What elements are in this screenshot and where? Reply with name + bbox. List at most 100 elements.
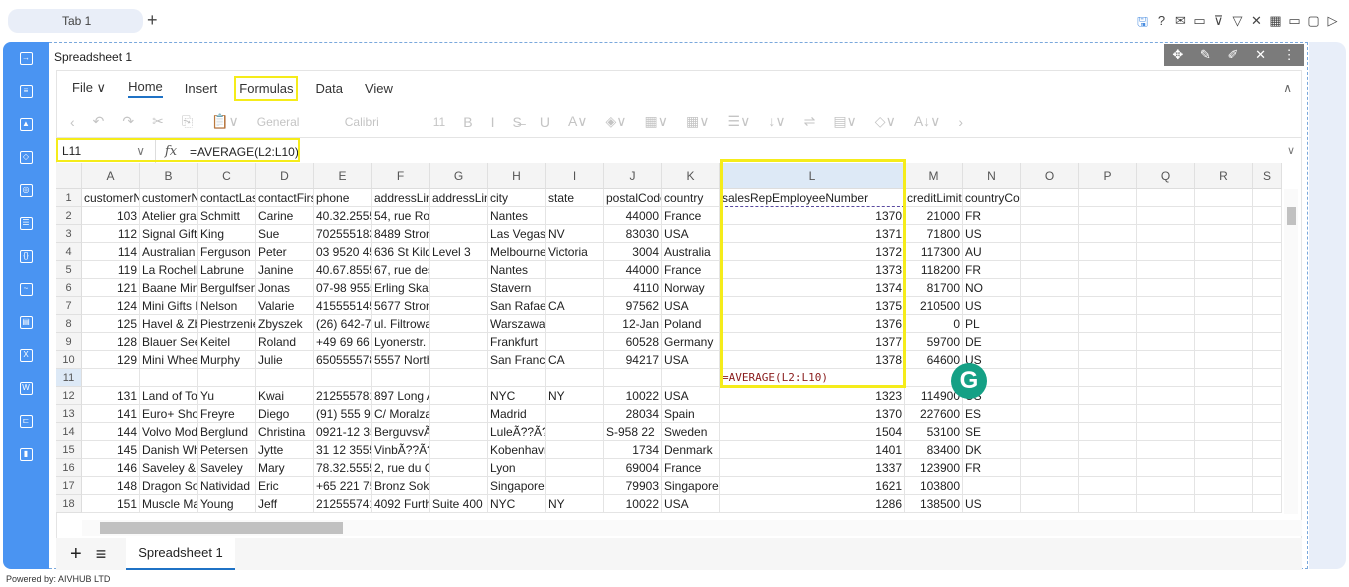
cell[interactable]: 1337 [720, 459, 905, 477]
cell[interactable] [546, 441, 604, 459]
cell[interactable]: 60528 [604, 333, 662, 351]
cell[interactable] [430, 279, 488, 297]
cell[interactable]: FR [963, 459, 1021, 477]
column-header[interactable]: P [1079, 163, 1137, 189]
cell[interactable]: NYC [488, 495, 546, 513]
cell[interactable]: FR [963, 207, 1021, 225]
cell[interactable]: contactFirstName [256, 189, 314, 207]
cell[interactable] [1079, 387, 1137, 405]
row-header[interactable]: 17 [56, 477, 82, 495]
cell[interactable] [1195, 387, 1253, 405]
cell[interactable] [1079, 351, 1137, 369]
row-header[interactable]: 5 [56, 261, 82, 279]
cell[interactable] [430, 441, 488, 459]
cell[interactable]: Sweden [662, 423, 720, 441]
cell[interactable]: 121 [82, 279, 140, 297]
cell[interactable]: customerNumber [82, 189, 140, 207]
login-button[interactable]: → [3, 42, 49, 75]
cell[interactable]: 31 12 3555 [314, 441, 372, 459]
cell[interactable]: Lyonerstr. 34 [372, 333, 430, 351]
cell[interactable]: 6505555787 [314, 351, 372, 369]
row-header[interactable]: 15 [56, 441, 82, 459]
cell[interactable] [1021, 387, 1079, 405]
cell[interactable]: Danish Wholesale Imports [140, 441, 198, 459]
cell[interactable]: 8489 Strong St. [372, 225, 430, 243]
cell[interactable]: ul. Filtrowa 68 [372, 315, 430, 333]
cell[interactable]: 123900 [905, 459, 963, 477]
mail-icon[interactable]: ✉ [1174, 13, 1187, 35]
cell[interactable]: 1504 [720, 423, 905, 441]
cell[interactable] [1195, 315, 1253, 333]
cell[interactable]: city [488, 189, 546, 207]
tab-data[interactable]: Data [315, 81, 342, 96]
cell[interactable] [82, 369, 140, 387]
next-icon[interactable]: › [958, 114, 963, 130]
cell[interactable]: La Rochelle Gifts [140, 261, 198, 279]
cell[interactable]: 67, rue des Cinquante Otages [372, 261, 430, 279]
fill-color-icon[interactable]: ◈∨ [606, 113, 627, 130]
cell[interactable]: USA [662, 225, 720, 243]
cell[interactable]: 1370 [720, 207, 905, 225]
row-header[interactable]: 7 [56, 297, 82, 315]
edit-icon[interactable]: ✐ [1227, 47, 1238, 63]
cell[interactable]: NO [963, 279, 1021, 297]
cell[interactable]: contactLastName [198, 189, 256, 207]
cell[interactable] [1195, 225, 1253, 243]
cell[interactable] [546, 261, 604, 279]
cell[interactable]: Young [198, 495, 256, 513]
cell[interactable]: Madrid [488, 405, 546, 423]
cell[interactable] [963, 477, 1021, 495]
cell[interactable] [1137, 405, 1195, 423]
cell[interactable]: 1734 [604, 441, 662, 459]
cell[interactable]: Natividad [198, 477, 256, 495]
cell[interactable] [1137, 261, 1195, 279]
cell[interactable]: Las Vegas [488, 225, 546, 243]
select-all-corner[interactable] [56, 163, 82, 189]
cell[interactable]: Muscle Machine Inc [140, 495, 198, 513]
cell[interactable]: 2, rue du Commerce [372, 459, 430, 477]
word-button[interactable]: W [3, 372, 49, 405]
cell[interactable]: 128 [82, 333, 140, 351]
cell[interactable] [430, 297, 488, 315]
cell[interactable] [372, 369, 430, 387]
cell[interactable] [1195, 477, 1253, 495]
cell[interactable] [1137, 189, 1195, 207]
cell[interactable]: Norway [662, 279, 720, 297]
cell[interactable]: Yu [198, 387, 256, 405]
cell[interactable] [546, 369, 604, 387]
cell[interactable] [198, 369, 256, 387]
column-header[interactable]: H [488, 163, 546, 189]
cell[interactable] [1079, 225, 1137, 243]
cell[interactable]: 83030 [604, 225, 662, 243]
cell[interactable]: Erling Skakkes gate 78 [372, 279, 430, 297]
cell[interactable] [1253, 351, 1282, 369]
cell[interactable]: US [963, 225, 1021, 243]
cell[interactable] [546, 477, 604, 495]
cell[interactable]: NY [546, 387, 604, 405]
cell[interactable]: 40.32.2555 [314, 207, 372, 225]
border-icon[interactable]: ▦∨ [645, 113, 668, 130]
cell[interactable]: US [963, 495, 1021, 513]
cell[interactable] [1253, 261, 1282, 279]
cell[interactable]: 2125557413 [314, 495, 372, 513]
cell[interactable]: 1621 [720, 477, 905, 495]
cell[interactable]: NYC [488, 387, 546, 405]
cell[interactable] [1079, 477, 1137, 495]
cell[interactable]: country [662, 189, 720, 207]
cell[interactable]: 124 [82, 297, 140, 315]
cell[interactable]: 148 [82, 477, 140, 495]
image-chart-button[interactable]: ~ [3, 273, 49, 306]
paste-icon[interactable]: 📋∨ [211, 113, 239, 130]
embed-icon[interactable]: ▭ [1288, 13, 1301, 35]
cell[interactable] [140, 369, 198, 387]
cell[interactable] [1195, 333, 1253, 351]
vertical-scrollbar[interactable] [1284, 189, 1298, 514]
cell[interactable] [1253, 207, 1282, 225]
cell[interactable]: 112 [82, 225, 140, 243]
cell[interactable]: state [546, 189, 604, 207]
cell[interactable]: 69004 [604, 459, 662, 477]
cell[interactable]: Volvo Model Replicas, Co [140, 423, 198, 441]
cell[interactable]: +65 221 7555 [314, 477, 372, 495]
cell[interactable]: 210500 [905, 297, 963, 315]
cell[interactable] [1079, 297, 1137, 315]
